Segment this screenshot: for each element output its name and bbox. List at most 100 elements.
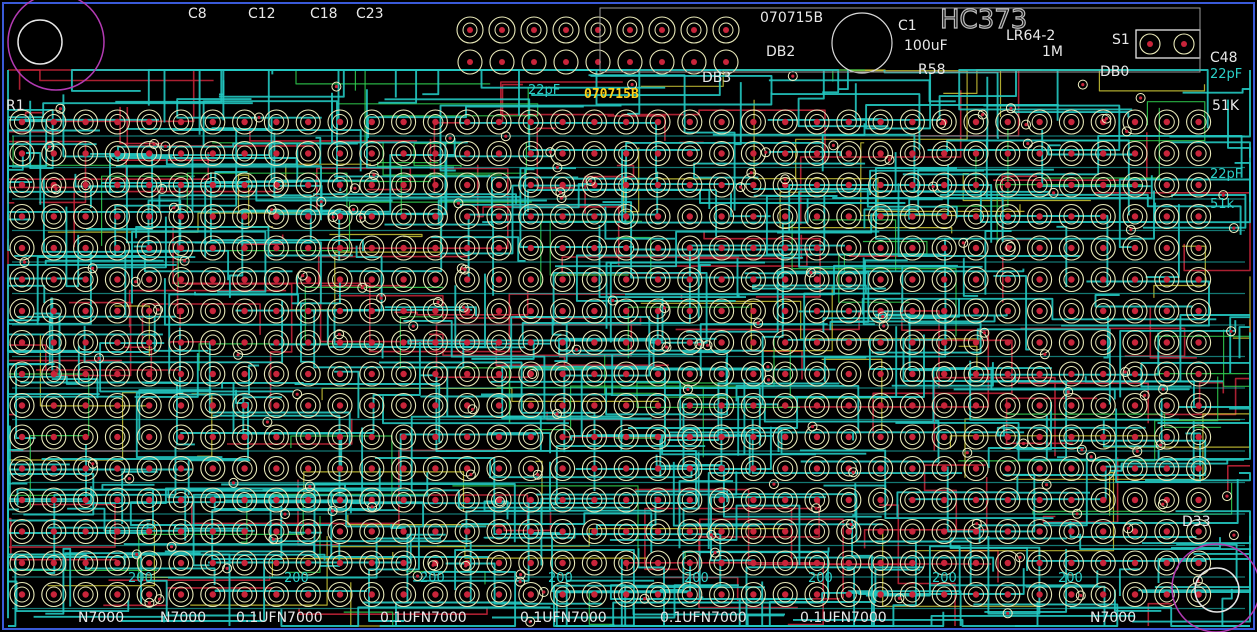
through-hole-pad [868, 455, 894, 482]
through-hole-pad [740, 109, 766, 135]
via [828, 140, 839, 151]
through-hole-pad [1186, 235, 1212, 261]
through-hole-pad [486, 424, 512, 450]
through-hole-pad [263, 581, 289, 608]
through-hole-pad [995, 329, 1021, 356]
via [807, 421, 818, 432]
via [1123, 523, 1134, 534]
through-hole-pad [327, 581, 353, 608]
row-value-5: 200 [684, 571, 709, 586]
through-hole-pad [1122, 550, 1148, 576]
trace [8, 69, 214, 82]
through-hole-pad [422, 518, 448, 545]
through-hole-pad [740, 298, 766, 324]
through-hole-pad [136, 424, 162, 450]
through-hole-pad [168, 424, 194, 450]
pcb-layout-canvas[interactable]: HC373 070715B 070715B C8 C12 C18 C23 C1 … [0, 0, 1257, 632]
via [1125, 224, 1136, 235]
label-db0: DB0 [1100, 64, 1129, 80]
through-hole-pad [422, 487, 448, 513]
label-22pf: 22pF [528, 83, 560, 98]
through-hole-pad [581, 550, 607, 576]
through-hole-pad [931, 109, 957, 135]
label-c1-value: 100uF [904, 38, 948, 54]
through-hole-pad [359, 424, 385, 450]
trace [985, 138, 1153, 199]
through-hole-pad [868, 424, 894, 450]
row-value-7: 200 [932, 571, 957, 586]
through-hole-pad [295, 361, 321, 387]
via [571, 344, 582, 355]
through-hole-pad [1122, 266, 1148, 293]
row-value-4: 200 [548, 571, 573, 586]
row-value-8: 200 [1058, 571, 1083, 586]
through-hole-pad [41, 298, 67, 324]
label-r1: R1 [6, 98, 25, 114]
through-hole-pad [295, 424, 321, 450]
through-hole-pad [263, 329, 289, 356]
through-hole-pad [581, 140, 607, 167]
trace [24, 70, 195, 123]
through-hole-pad [1027, 298, 1053, 324]
through-hole-pad [931, 329, 957, 356]
through-hole-pad [454, 266, 480, 293]
label-c12: C12 [248, 6, 276, 22]
through-hole-pad [581, 266, 607, 293]
through-hole-pad [899, 140, 925, 167]
switch-pad [1173, 33, 1195, 55]
through-hole-pad [963, 298, 989, 324]
through-hole-pad [772, 518, 798, 545]
through-hole-pad [73, 266, 99, 293]
through-hole-pad [422, 424, 448, 450]
through-hole-pad [391, 361, 417, 387]
through-hole-pad [613, 266, 639, 293]
through-hole-pad [168, 298, 194, 324]
trace [242, 396, 343, 472]
header-pad [712, 16, 740, 44]
via [694, 339, 705, 350]
via [1076, 444, 1087, 455]
through-hole-pad [772, 235, 798, 261]
through-hole-pad [804, 235, 830, 261]
through-hole-pad [709, 140, 735, 167]
through-hole-pad [931, 361, 957, 387]
header-pad [680, 16, 708, 44]
through-hole-pad [836, 424, 862, 450]
through-hole-pad [104, 487, 130, 513]
through-hole-pad [1154, 203, 1180, 230]
capacitor-c1-outline[interactable] [831, 12, 893, 74]
through-hole-pad [836, 203, 862, 230]
through-hole-pad [1154, 109, 1180, 135]
header-pad [552, 16, 580, 44]
through-hole-pad [1154, 235, 1180, 261]
through-hole-pad [263, 424, 289, 450]
mounting-hole-top-left[interactable] [7, 0, 105, 91]
via [1135, 93, 1146, 103]
through-hole-pad [1154, 140, 1180, 167]
through-hole-pad [931, 140, 957, 167]
via [154, 594, 165, 605]
through-hole-pad [200, 298, 226, 324]
bottom-label-5: 0.1UFN7000 [520, 610, 607, 626]
through-hole-pad [518, 298, 544, 324]
label-s1: S1 [1112, 32, 1130, 48]
through-hole-pad [836, 361, 862, 387]
bottom-label-4: 0.1UFN7000 [380, 610, 467, 626]
through-hole-pad [1186, 140, 1212, 167]
through-hole-pad [899, 424, 925, 450]
label-db2: DB2 [766, 44, 795, 60]
via [768, 479, 779, 490]
bottom-label-7: 0.1UFN7000 [800, 610, 887, 626]
through-hole-pad [41, 266, 67, 293]
through-hole-pad [518, 140, 544, 167]
switch-s1-outline[interactable] [1135, 29, 1201, 59]
through-hole-pad [391, 298, 417, 324]
through-hole-pad [73, 518, 99, 545]
header-connector-row [456, 16, 1195, 75]
via [1228, 530, 1239, 541]
through-hole-pad [772, 109, 798, 135]
through-hole-pad [232, 581, 258, 608]
through-hole-pad [899, 518, 925, 545]
through-hole-pad [1027, 109, 1053, 135]
through-hole-pad [899, 455, 925, 482]
